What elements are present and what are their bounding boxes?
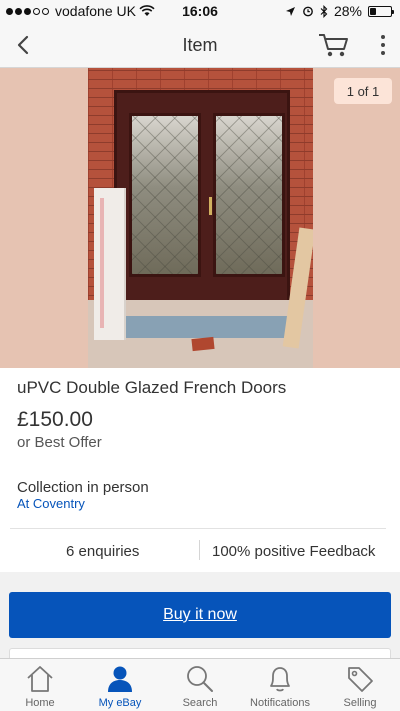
tab-notifications[interactable]: Notifications — [240, 659, 320, 711]
status-indicators: 28% — [285, 3, 394, 19]
tab-search[interactable]: Search — [160, 659, 240, 711]
tab-label: Selling — [343, 697, 377, 709]
cart-button[interactable] — [318, 31, 350, 59]
seller-feedback[interactable]: 100% positive Feedback — [212, 543, 375, 560]
best-offer-label: or Best Offer — [17, 434, 102, 451]
more-options-button[interactable] — [378, 33, 388, 57]
user-icon — [108, 666, 132, 692]
buy-it-now-button[interactable]: Buy it now — [9, 592, 391, 638]
divider — [10, 528, 386, 529]
search-icon — [187, 666, 213, 692]
bell-icon — [270, 667, 290, 692]
collection-info: Collection in person — [17, 479, 149, 496]
item-title: uPVC Double Glazed French Doors — [17, 378, 287, 397]
cart-icon — [319, 34, 348, 57]
item-price: £150.00 — [17, 408, 93, 431]
action-area: Buy it now — [0, 572, 400, 662]
tab-label: Home — [25, 697, 55, 709]
home-icon — [27, 666, 53, 692]
tab-label: Notifications — [250, 697, 310, 709]
tag-icon — [348, 667, 373, 692]
more-vertical-icon — [381, 35, 385, 39]
tab-home[interactable]: Home — [0, 659, 80, 711]
enquiries-count: 6 enquiries — [66, 543, 140, 560]
item-photo[interactable] — [88, 68, 313, 368]
bluetooth-icon — [320, 4, 328, 18]
navigation-bar: Item — [0, 22, 400, 68]
tab-label: Search — [182, 697, 218, 709]
stat-divider — [199, 540, 200, 560]
tab-selling[interactable]: Selling — [320, 659, 400, 711]
tab-my-ebay[interactable]: My eBay — [80, 659, 160, 711]
status-bar: vodafone UK 16:06 28% — [0, 0, 400, 22]
tab-label: My eBay — [98, 697, 142, 709]
alarm-icon — [303, 6, 313, 17]
tab-bar: Home My eBay Search Notifications Sellin… — [0, 658, 400, 711]
battery-icon — [368, 5, 394, 17]
image-counter: 1 of 1 — [334, 78, 392, 104]
battery-percent: 28% — [333, 3, 362, 19]
location-link[interactable]: At Coventry — [17, 496, 85, 511]
location-arrow-icon — [285, 6, 295, 16]
item-photo-gallery[interactable]: 1 of 1 — [0, 68, 400, 368]
item-details: uPVC Double Glazed French Doors £150.00 … — [0, 368, 400, 572]
